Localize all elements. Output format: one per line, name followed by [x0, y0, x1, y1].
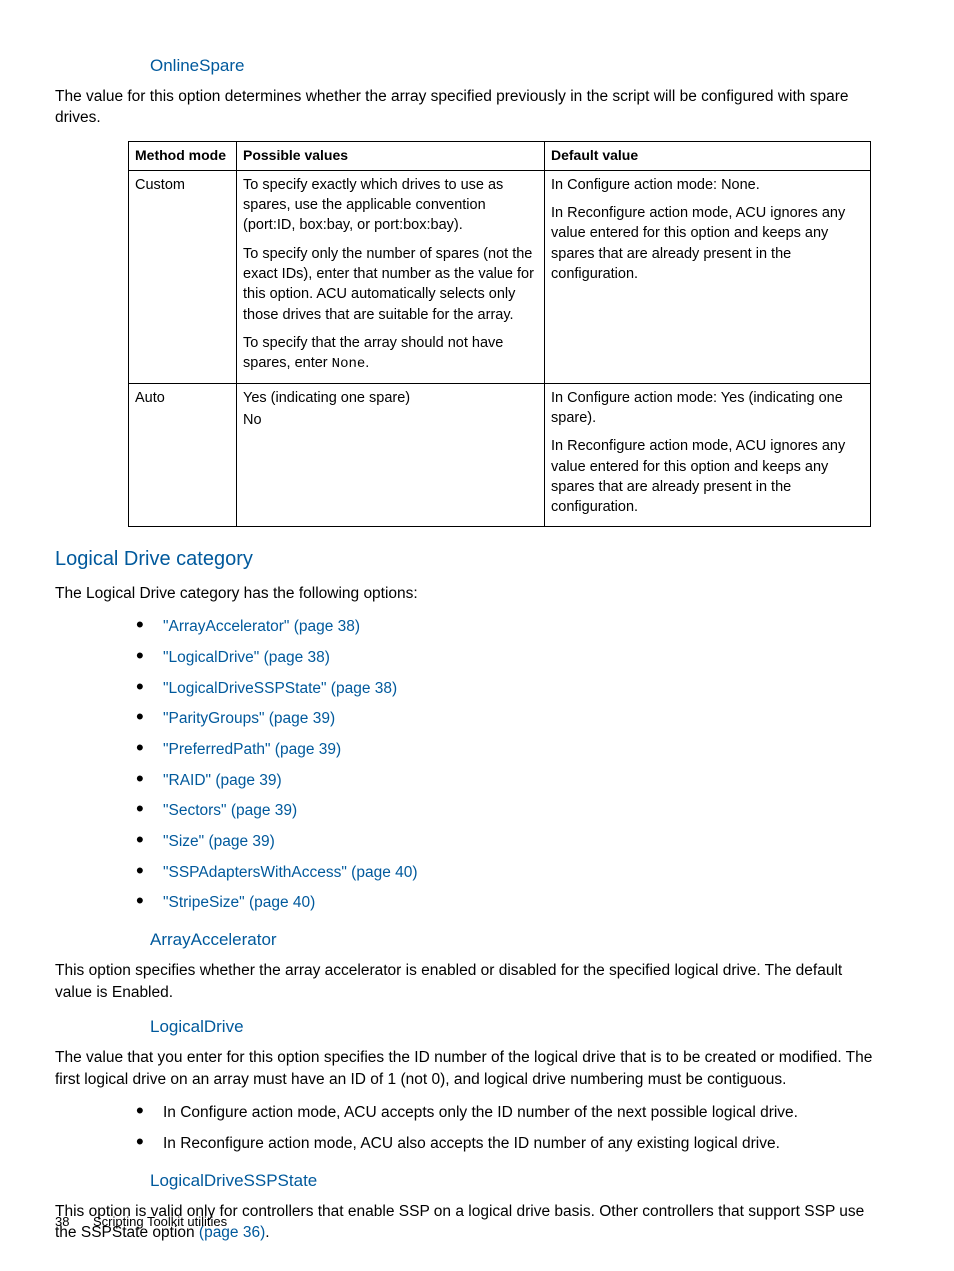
cell-text: In Reconfigure action mode, ACU ignores …: [551, 436, 864, 517]
heading-arrayaccelerator: ArrayAccelerator: [150, 928, 874, 952]
link-logicaldrivesspstate[interactable]: "LogicalDriveSSPState" (page 38): [163, 680, 397, 697]
table-row: Auto Yes (indicating one spare) No In Co…: [129, 383, 871, 526]
list-item: "ParityGroups" (page 39): [128, 708, 874, 730]
table-row: Custom To specify exactly which drives t…: [129, 170, 871, 383]
list-item: In Configure action mode, ACU accepts on…: [128, 1102, 874, 1124]
cell-text: In Reconfigure action mode, ACU ignores …: [551, 203, 864, 284]
cell-text: In Configure action mode: None.: [551, 175, 864, 195]
th-default-value: Default value: [545, 142, 871, 171]
cell-text: To specify only the number of spares (no…: [243, 244, 538, 325]
list-item: "LogicalDriveSSPState" (page 38): [128, 678, 874, 700]
link-logicaldrive[interactable]: "LogicalDrive" (page 38): [163, 649, 330, 666]
list-item: "Sectors" (page 39): [128, 800, 874, 822]
link-sspadapterswithaccess[interactable]: "SSPAdaptersWithAccess" (page 40): [163, 864, 418, 881]
code-none: None: [332, 356, 366, 372]
cell-possible: Yes (indicating one spare) No: [237, 383, 545, 526]
link-arrayaccelerator[interactable]: "ArrayAccelerator" (page 38): [163, 618, 360, 635]
list-item: "Size" (page 39): [128, 831, 874, 853]
heading-logical-drive-category: Logical Drive category: [55, 545, 874, 573]
cell-text: Yes (indicating one spare): [243, 388, 538, 408]
cell-default: In Configure action mode: None. In Recon…: [545, 170, 871, 383]
cell-text: To specify exactly which drives to use a…: [243, 175, 538, 236]
arrayaccelerator-para: This option specifies whether the array …: [55, 960, 874, 1003]
ldc-option-list: "ArrayAccelerator" (page 38) "LogicalDri…: [128, 616, 874, 914]
page-number: 38: [55, 1213, 93, 1231]
list-item: "SSPAdaptersWithAccess" (page 40): [128, 862, 874, 884]
page: OnlineSpare The value for this option de…: [0, 0, 954, 1271]
list-item: "ArrayAccelerator" (page 38): [128, 616, 874, 638]
link-paritygroups[interactable]: "ParityGroups" (page 39): [163, 710, 335, 727]
cell-text: No: [243, 410, 538, 430]
logicaldrive-para: The value that you enter for this option…: [55, 1047, 874, 1090]
cell-text: In Configure action mode: Yes (indicatin…: [551, 388, 864, 429]
link-raid[interactable]: "RAID" (page 39): [163, 772, 282, 789]
link-size[interactable]: "Size" (page 39): [163, 833, 275, 850]
cell-text: To specify that the array should not hav…: [243, 333, 538, 375]
list-item: "StripeSize" (page 40): [128, 892, 874, 914]
heading-onlinespare: OnlineSpare: [150, 54, 874, 78]
cell-default: In Configure action mode: Yes (indicatin…: [545, 383, 871, 526]
footer-title: Scripting Toolkit utilities: [93, 1214, 227, 1229]
list-item: "LogicalDrive" (page 38): [128, 647, 874, 669]
ldc-intro: The Logical Drive category has the follo…: [55, 583, 874, 605]
list-item: "PreferredPath" (page 39): [128, 739, 874, 761]
link-sectors[interactable]: "Sectors" (page 39): [163, 802, 297, 819]
th-possible-values: Possible values: [237, 142, 545, 171]
heading-logicaldrivesspstate: LogicalDriveSSPState: [150, 1169, 874, 1193]
cell-possible: To specify exactly which drives to use a…: [237, 170, 545, 383]
onlinespare-intro: The value for this option determines whe…: [55, 86, 874, 129]
list-item: In Reconfigure action mode, ACU also acc…: [128, 1133, 874, 1155]
logicaldrive-bullets: In Configure action mode, ACU accepts on…: [128, 1102, 874, 1154]
link-stripesize[interactable]: "StripeSize" (page 40): [163, 894, 315, 911]
table-header-row: Method mode Possible values Default valu…: [129, 142, 871, 171]
cell-mode: Auto: [129, 383, 237, 526]
cell-mode: Custom: [129, 170, 237, 383]
page-footer: 38Scripting Toolkit utilities: [55, 1213, 227, 1231]
onlinespare-table: Method mode Possible values Default valu…: [128, 141, 871, 526]
link-preferredpath[interactable]: "PreferredPath" (page 39): [163, 741, 341, 758]
th-method-mode: Method mode: [129, 142, 237, 171]
list-item: "RAID" (page 39): [128, 770, 874, 792]
heading-logicaldrive: LogicalDrive: [150, 1015, 874, 1039]
